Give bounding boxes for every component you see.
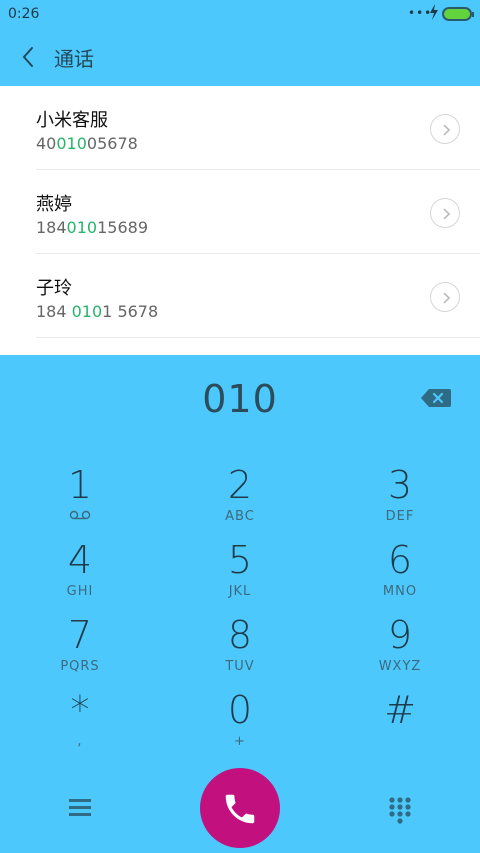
number-prefix: 184 bbox=[36, 302, 72, 321]
contact-number: 18401015689 bbox=[36, 218, 148, 237]
voicemail-icon bbox=[69, 510, 91, 520]
key-letters: GHI bbox=[66, 584, 94, 599]
key-8[interactable]: 8 TUV bbox=[180, 613, 300, 685]
status-bar: 0:26 ••• bbox=[0, 0, 480, 28]
key-digit: 9 bbox=[387, 613, 413, 657]
key-letters: + bbox=[234, 734, 246, 749]
contact-results-list: 小米客服 4001005678 燕婷 18401015689 子玲 184 01… bbox=[0, 86, 480, 355]
chevron-right-icon bbox=[443, 208, 451, 220]
key-letters: JKL bbox=[228, 584, 252, 599]
dialpad-toggle-icon[interactable] bbox=[386, 795, 414, 825]
key-7[interactable]: 7 PQRS bbox=[20, 613, 140, 685]
key-hash[interactable]: # bbox=[340, 688, 460, 760]
contact-number: 184 0101 5678 bbox=[36, 302, 158, 321]
number-suffix: 1 5678 bbox=[102, 302, 159, 321]
key-9[interactable]: 9 WXYZ bbox=[340, 613, 460, 685]
contact-detail-button[interactable] bbox=[430, 114, 460, 144]
number-suffix: 05678 bbox=[86, 134, 138, 153]
header: 通话 bbox=[0, 28, 480, 86]
status-time: 0:26 bbox=[8, 6, 40, 22]
key-star[interactable]: * , bbox=[20, 688, 140, 760]
key-4[interactable]: 4 GHI bbox=[20, 538, 140, 610]
battery-icon bbox=[442, 7, 474, 21]
key-digit: 4 bbox=[67, 538, 93, 582]
number-prefix: 40 bbox=[36, 134, 57, 153]
call-button[interactable] bbox=[200, 768, 280, 848]
contact-name: 小米客服 bbox=[36, 110, 108, 131]
dialed-number-display[interactable]: 010 bbox=[0, 377, 480, 421]
key-1[interactable]: 1 bbox=[20, 463, 140, 535]
contact-result-item[interactable]: 小米客服 4001005678 bbox=[36, 86, 480, 170]
key-digit: 3 bbox=[387, 463, 413, 507]
chevron-right-icon bbox=[443, 124, 451, 136]
key-0[interactable]: 0 + bbox=[180, 688, 300, 760]
key-letters: TUV bbox=[225, 659, 255, 674]
key-letters: MNO bbox=[382, 584, 418, 599]
number-prefix: 184 bbox=[36, 218, 67, 237]
key-2[interactable]: 2 ABC bbox=[180, 463, 300, 535]
number-match: 010 bbox=[66, 218, 98, 237]
phone-icon bbox=[225, 794, 255, 824]
back-button[interactable] bbox=[16, 42, 44, 72]
contact-result-item[interactable]: 子玲 184 0101 5678 bbox=[36, 254, 480, 338]
key-digit: 6 bbox=[387, 538, 413, 582]
contact-detail-button[interactable] bbox=[430, 282, 460, 312]
key-digit: 0 bbox=[227, 688, 253, 732]
key-letters: DEF bbox=[385, 509, 415, 524]
key-digit: 8 bbox=[227, 613, 253, 657]
key-letters: WXYZ bbox=[378, 659, 422, 674]
contact-detail-button[interactable] bbox=[430, 198, 460, 228]
chevron-right-icon bbox=[443, 292, 451, 304]
contact-number: 4001005678 bbox=[36, 134, 138, 153]
key-letters: ABC bbox=[225, 509, 255, 524]
contact-name: 燕婷 bbox=[36, 194, 72, 215]
page-title: 通话 bbox=[54, 47, 94, 71]
key-digit: 1 bbox=[67, 463, 93, 507]
charging-bolt-icon bbox=[430, 4, 438, 20]
contact-result-item[interactable]: 燕婷 18401015689 bbox=[36, 170, 480, 254]
key-digit: 2 bbox=[227, 463, 253, 507]
number-match: 010 bbox=[71, 302, 103, 321]
key-digit: 5 bbox=[227, 538, 253, 582]
key-letters: PQRS bbox=[60, 659, 100, 674]
contact-name: 子玲 bbox=[36, 278, 72, 299]
key-letters: , bbox=[77, 734, 83, 749]
backspace-button[interactable] bbox=[420, 387, 452, 409]
number-suffix: 15689 bbox=[97, 218, 148, 237]
key-5[interactable]: 5 JKL bbox=[180, 538, 300, 610]
dialer-panel: 010 1 2 ABC 3 DEF 4 GHI 5 JKL 6 MNO 7 PQ… bbox=[0, 355, 480, 853]
key-3[interactable]: 3 DEF bbox=[340, 463, 460, 535]
key-digit: 7 bbox=[67, 613, 93, 657]
key-digit: # bbox=[384, 688, 416, 732]
menu-button[interactable] bbox=[66, 795, 94, 819]
number-match: 010 bbox=[56, 134, 87, 153]
key-digit: * bbox=[70, 688, 90, 732]
key-6[interactable]: 6 MNO bbox=[340, 538, 460, 610]
dialer-bottom-bar bbox=[0, 765, 480, 853]
